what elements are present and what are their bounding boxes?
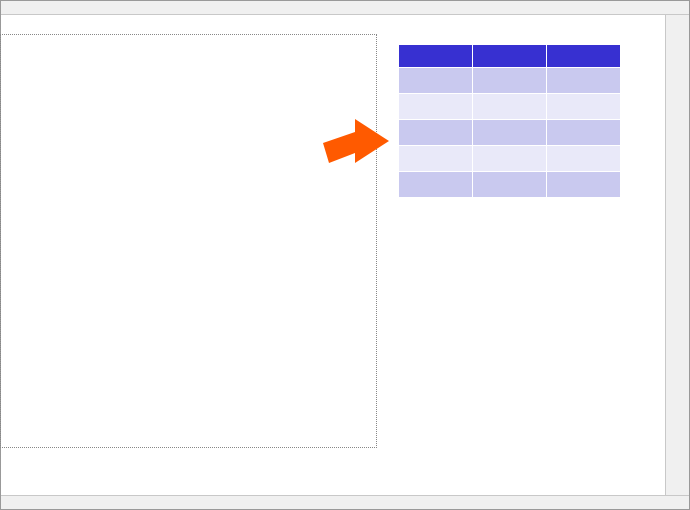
bottom-bar	[1, 495, 689, 509]
table-cell[interactable]	[399, 93, 473, 119]
table-header-cell[interactable]	[473, 45, 547, 67]
table-cell[interactable]	[399, 145, 473, 171]
table-header-cell[interactable]	[399, 45, 473, 67]
app-frame	[0, 0, 690, 510]
table-row[interactable]	[399, 119, 621, 145]
slide-canvas[interactable]	[1, 15, 666, 497]
table-row[interactable]	[399, 171, 621, 197]
table-row[interactable]	[399, 67, 621, 93]
table-cell[interactable]	[547, 119, 621, 145]
table-cell[interactable]	[547, 171, 621, 197]
table-cell[interactable]	[473, 119, 547, 145]
table-cell[interactable]	[547, 67, 621, 93]
table-header-cell[interactable]	[547, 45, 621, 67]
table-cell[interactable]	[547, 93, 621, 119]
inserted-table[interactable]	[399, 45, 621, 198]
vertical-scrollbar[interactable]	[665, 15, 689, 497]
table-cell[interactable]	[473, 67, 547, 93]
table-cell[interactable]	[473, 145, 547, 171]
table-cell[interactable]	[473, 171, 547, 197]
table-cell[interactable]	[547, 145, 621, 171]
text-placeholder[interactable]	[1, 35, 376, 447]
table-row[interactable]	[399, 93, 621, 119]
table-cell[interactable]	[399, 67, 473, 93]
table-cell[interactable]	[473, 93, 547, 119]
table-row[interactable]	[399, 145, 621, 171]
table-cell[interactable]	[399, 171, 473, 197]
table-header-row[interactable]	[399, 45, 621, 67]
top-bar	[1, 1, 689, 15]
table-cell[interactable]	[399, 119, 473, 145]
